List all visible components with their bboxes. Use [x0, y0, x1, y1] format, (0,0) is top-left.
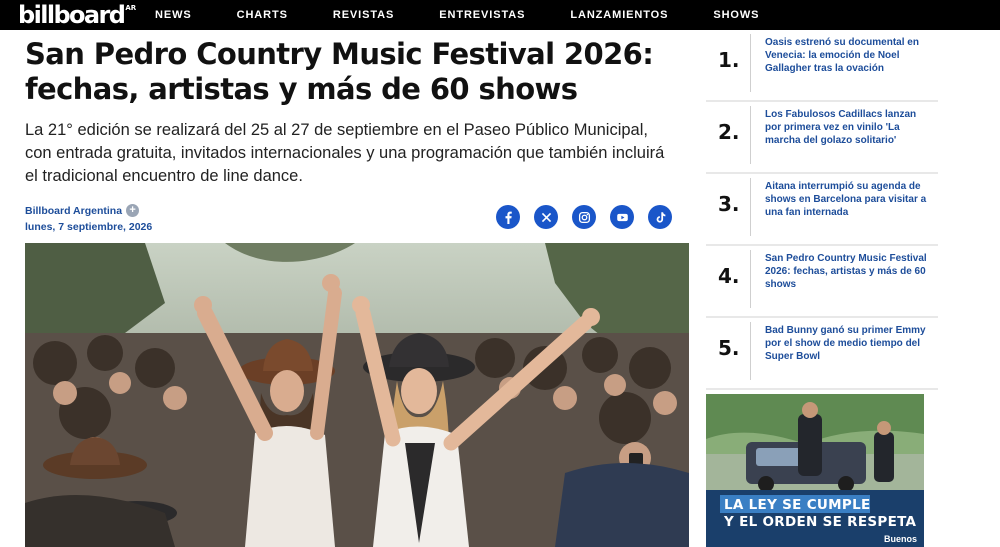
article-headline: San Pedro Country Music Festival 2026: f…	[25, 37, 654, 106]
billboard-logo[interactable]: billboard AR	[18, 0, 136, 30]
divider	[750, 106, 751, 164]
nav-revistas[interactable]: REVISTAS	[333, 9, 394, 21]
social-share-bar	[496, 205, 686, 229]
logo-text: billboard	[18, 1, 126, 29]
ad-headline-1: LA LEY SE CUMPLE	[724, 497, 871, 513]
divider	[750, 250, 751, 308]
nav-lanzamientos[interactable]: LANZAMIENTOS	[570, 9, 668, 21]
main-nav: NEWS CHARTS REVISTAS ENTREVISTAS LANZAMI…	[155, 0, 804, 30]
trending-item[interactable]: 3. Aitana interrumpió su agenda de shows…	[706, 174, 938, 246]
ad-headline-2: Y EL ORDEN SE RESPETA	[724, 514, 917, 530]
trending-item[interactable]: 5. Bad Bunny ganó su primer Emmy por el …	[706, 318, 938, 390]
ad-brand: Buenos	[884, 534, 918, 544]
nav-news[interactable]: NEWS	[155, 9, 192, 21]
divider	[750, 178, 751, 236]
facebook-icon[interactable]	[496, 205, 520, 229]
author-link[interactable]: Billboard Argentina	[25, 205, 122, 217]
byline: Billboard Argentina +	[25, 204, 140, 217]
x-icon[interactable]	[534, 205, 558, 229]
trending-item[interactable]: 2. Los Fabulosos Cadillacs lanzan por pr…	[706, 102, 938, 174]
tiktok-icon[interactable]	[648, 205, 672, 229]
nav-charts[interactable]: CHARTS	[237, 9, 288, 21]
top-navigation-bar: billboard AR NEWS CHARTS REVISTAS ENTREVI…	[0, 0, 1000, 30]
follow-author-button[interactable]: +	[126, 204, 140, 217]
trending-rank: 4.	[718, 264, 740, 288]
youtube-icon[interactable]	[610, 205, 634, 229]
trending-rank: 1.	[718, 48, 740, 72]
logo-region: AR	[125, 4, 137, 12]
trending-item[interactable]: 4. San Pedro Country Music Festival 2026…	[706, 246, 938, 318]
divider	[750, 34, 751, 92]
trending-link[interactable]: Aitana interrumpió su agenda de shows en…	[765, 180, 930, 219]
trending-rank: 5.	[718, 336, 740, 360]
trending-link[interactable]: Bad Bunny ganó su primer Emmy por el sho…	[765, 324, 930, 363]
trending-sidebar: 1. Oasis estrenó su documental en Veneci…	[706, 30, 938, 390]
nav-entrevistas[interactable]: ENTREVISTAS	[439, 9, 525, 21]
trending-link[interactable]: Los Fabulosos Cadillacs lanzan por prime…	[765, 108, 930, 147]
instagram-icon[interactable]	[572, 205, 596, 229]
trending-rank: 2.	[718, 120, 740, 144]
hero-image-festival-crowd	[25, 243, 689, 547]
trending-rank: 3.	[718, 192, 740, 216]
trending-link[interactable]: San Pedro Country Music Festival 2026: f…	[765, 252, 930, 291]
publish-date: lunes, 7 septiembre, 2026	[25, 221, 153, 233]
nav-shows[interactable]: SHOWS	[713, 9, 759, 21]
advertisement-banner[interactable]: LA LEY SE CUMPLE Y EL ORDEN SE RESPETA B…	[706, 394, 924, 547]
trending-link[interactable]: Oasis estrenó su documental en Venecia: …	[765, 36, 930, 75]
divider	[750, 322, 751, 380]
trending-item[interactable]: 1. Oasis estrenó su documental en Veneci…	[706, 30, 938, 102]
article-dek: La 21° edición se realizará del 25 al 27…	[25, 121, 665, 185]
